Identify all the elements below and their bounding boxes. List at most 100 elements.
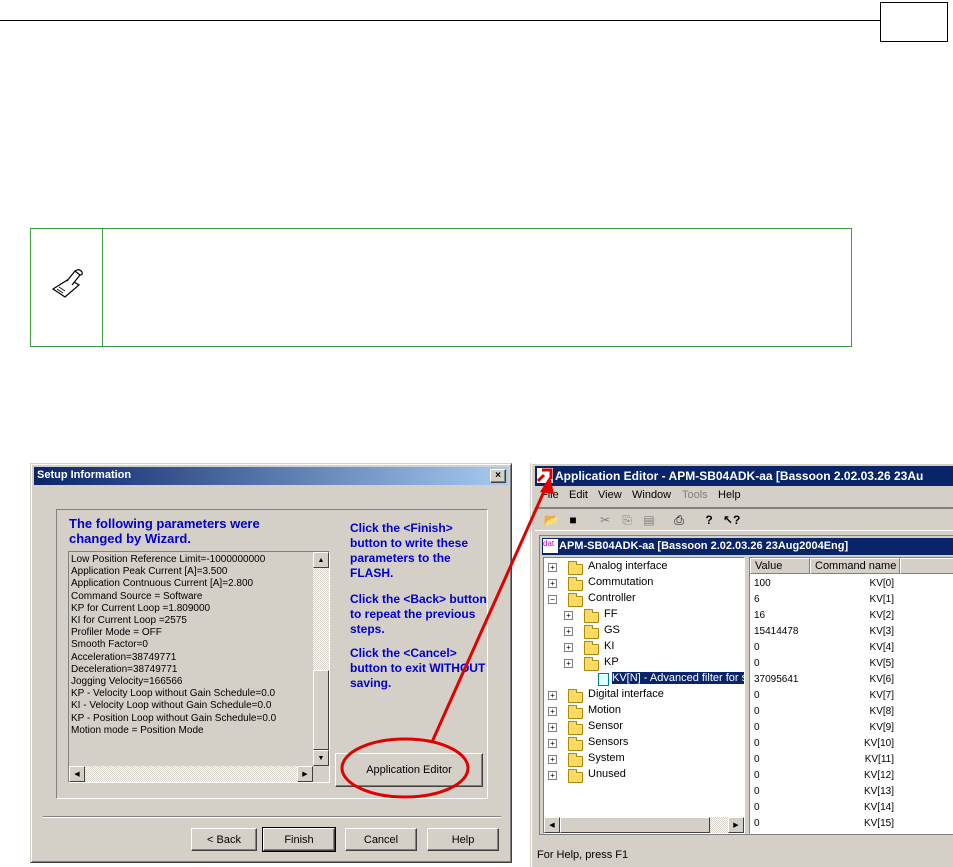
dialog-titlebar: Setup Information × xyxy=(34,467,508,485)
grid-cell-value[interactable]: 0 xyxy=(754,800,760,816)
folder-icon xyxy=(568,705,583,719)
vertical-scrollbar[interactable]: ▲ ▼ xyxy=(313,552,329,766)
finish-button[interactable]: Finish xyxy=(262,827,336,852)
grid-cell-value[interactable]: 6 xyxy=(754,592,760,608)
menu-help[interactable]: Help xyxy=(718,489,741,501)
grid-cell-command[interactable]: KV[2] xyxy=(810,608,894,624)
expand-icon[interactable]: + xyxy=(564,611,573,620)
parameter-line: Application Peak Current [A]=3.500 xyxy=(71,566,228,578)
grid-cell-value[interactable]: 0 xyxy=(754,752,760,768)
parameter-line: Motion mode = Position Mode xyxy=(71,724,204,736)
save-icon[interactable]: ■ xyxy=(565,512,581,528)
menu-view[interactable]: View xyxy=(598,489,622,501)
grid-header-extra[interactable] xyxy=(900,558,953,574)
expand-icon[interactable]: + xyxy=(548,739,557,748)
grid-cell-value[interactable]: 15414478 xyxy=(754,624,799,640)
menu-file[interactable]: File xyxy=(541,489,559,501)
application-editor-button[interactable]: Application Editor xyxy=(335,753,483,787)
grid-cell-command[interactable]: KV[15] xyxy=(810,816,894,832)
tree-scroll-left-icon[interactable]: ◀ xyxy=(544,817,560,833)
parameter-line: Low Position Reference Limit=-1000000000 xyxy=(71,554,266,565)
tree-horizontal-scrollbar[interactable]: ◀ ▶ xyxy=(544,817,744,833)
scroll-left-icon[interactable]: ◀ xyxy=(69,766,85,782)
scroll-up-icon[interactable]: ▲ xyxy=(313,552,329,568)
expand-icon[interactable]: + xyxy=(548,755,557,764)
parameter-tree[interactable]: ◀ ▶ + Analog interface + Commutation − Contro… xyxy=(543,557,745,834)
grid-cell-command[interactable]: KV[14] xyxy=(810,800,894,816)
grid-cell-value[interactable]: 0 xyxy=(754,736,760,752)
grid-cell-command[interactable]: KV[11] xyxy=(810,752,894,768)
grid-cell-value[interactable]: 37095641 xyxy=(754,672,799,688)
grid-cell-value[interactable]: 0 xyxy=(754,832,760,833)
tree-item-label: Sensor xyxy=(588,720,623,732)
expand-icon[interactable]: + xyxy=(548,723,557,732)
grid-cell-command[interactable]: KV[6] xyxy=(810,672,894,688)
expand-icon[interactable]: + xyxy=(548,691,557,700)
note-divider xyxy=(102,229,103,346)
expand-icon[interactable]: + xyxy=(548,771,557,780)
grid-cell-command[interactable]: KV[1] xyxy=(810,592,894,608)
collapse-icon[interactable]: − xyxy=(548,595,557,604)
scroll-right-icon[interactable]: ▶ xyxy=(297,766,313,782)
grid-cell-command[interactable]: KV[16] xyxy=(810,832,894,833)
grid-cell-value[interactable]: 0 xyxy=(754,640,760,656)
grid-cell-value[interactable]: 0 xyxy=(754,688,760,704)
grid-cell-command[interactable]: KV[7] xyxy=(810,688,894,704)
parameter-line: Command Source = Software xyxy=(71,590,203,602)
tree-scroll-right-icon[interactable]: ▶ xyxy=(728,817,744,833)
grid-cell-command[interactable]: KV[3] xyxy=(810,624,894,640)
grid-cell-command[interactable]: KV[4] xyxy=(810,640,894,656)
grid-cell-value[interactable]: 0 xyxy=(754,816,760,832)
parameter-list[interactable]: Low Position Reference Limit=-1000000000… xyxy=(68,551,330,783)
grid-cell-command[interactable]: KV[10] xyxy=(810,736,894,752)
scroll-thumb[interactable] xyxy=(313,670,329,750)
scroll-down-icon[interactable]: ▼ xyxy=(313,750,329,766)
menu-edit[interactable]: Edit xyxy=(569,489,588,501)
grid-cell-value[interactable]: 0 xyxy=(754,656,760,672)
folder-icon xyxy=(568,737,583,751)
expand-icon[interactable]: + xyxy=(564,643,573,652)
grid-header-value[interactable]: Value xyxy=(750,558,810,574)
summary-heading: The following parameters were changed by… xyxy=(69,516,260,546)
close-icon[interactable]: × xyxy=(490,469,506,483)
tree-item-label: Digital interface xyxy=(588,688,664,700)
context-help-icon[interactable]: ↖? xyxy=(723,512,740,528)
open-folder-icon[interactable]: 📂 xyxy=(543,512,559,528)
tree-item-label: FF xyxy=(604,608,618,620)
expand-icon[interactable]: + xyxy=(564,659,573,668)
grid-cell-command[interactable]: KV[0] xyxy=(810,576,894,592)
expand-icon[interactable]: + xyxy=(548,579,557,588)
cut-icon[interactable]: ✂ xyxy=(597,512,613,528)
grid-cell-command[interactable]: KV[12] xyxy=(810,768,894,784)
grid-cell-value[interactable]: 0 xyxy=(754,768,760,784)
grid-cell-command[interactable]: KV[9] xyxy=(810,720,894,736)
grid-cell-value[interactable]: 16 xyxy=(754,608,765,624)
grid-cell-value[interactable]: 0 xyxy=(754,704,760,720)
expand-icon[interactable]: + xyxy=(548,563,557,572)
grid-cell-command[interactable]: KV[8] xyxy=(810,704,894,720)
help-question-icon[interactable]: ? xyxy=(701,512,717,528)
setup-information-dialog: Setup Information × The following parame… xyxy=(30,463,512,863)
help-button[interactable]: Help xyxy=(427,828,499,851)
grid-cell-command[interactable]: KV[13] xyxy=(810,784,894,800)
back-button[interactable]: < Back xyxy=(191,828,257,851)
parameter-line: Deceleration=38749771 xyxy=(71,663,178,675)
copy-icon[interactable]: ⎘ xyxy=(619,512,635,528)
grid-cell-command[interactable]: KV[5] xyxy=(810,656,894,672)
value-grid[interactable]: Value Command name 100 KV[0] 6 KV[1] 16 KV[2]… xyxy=(749,557,953,834)
grid-header-command-name[interactable]: Command name xyxy=(810,558,900,574)
tree-scroll-thumb[interactable] xyxy=(560,817,710,833)
paste-icon[interactable]: ▤ xyxy=(641,512,657,528)
horizontal-scrollbar[interactable]: ◀ ▶ xyxy=(69,766,313,782)
grid-cell-value[interactable]: 100 xyxy=(754,576,771,592)
cancel-button[interactable]: Cancel xyxy=(345,828,417,851)
grid-cell-value[interactable]: 0 xyxy=(754,720,760,736)
menu-tools[interactable]: Tools xyxy=(682,489,708,501)
expand-icon[interactable]: + xyxy=(548,707,557,716)
expand-icon[interactable]: + xyxy=(564,627,573,636)
print-icon[interactable]: ⎙ xyxy=(671,512,687,528)
menu-window[interactable]: Window xyxy=(632,489,671,501)
folder-icon xyxy=(584,641,599,655)
tree-item-label: Unused xyxy=(588,768,626,780)
grid-cell-value[interactable]: 0 xyxy=(754,784,760,800)
